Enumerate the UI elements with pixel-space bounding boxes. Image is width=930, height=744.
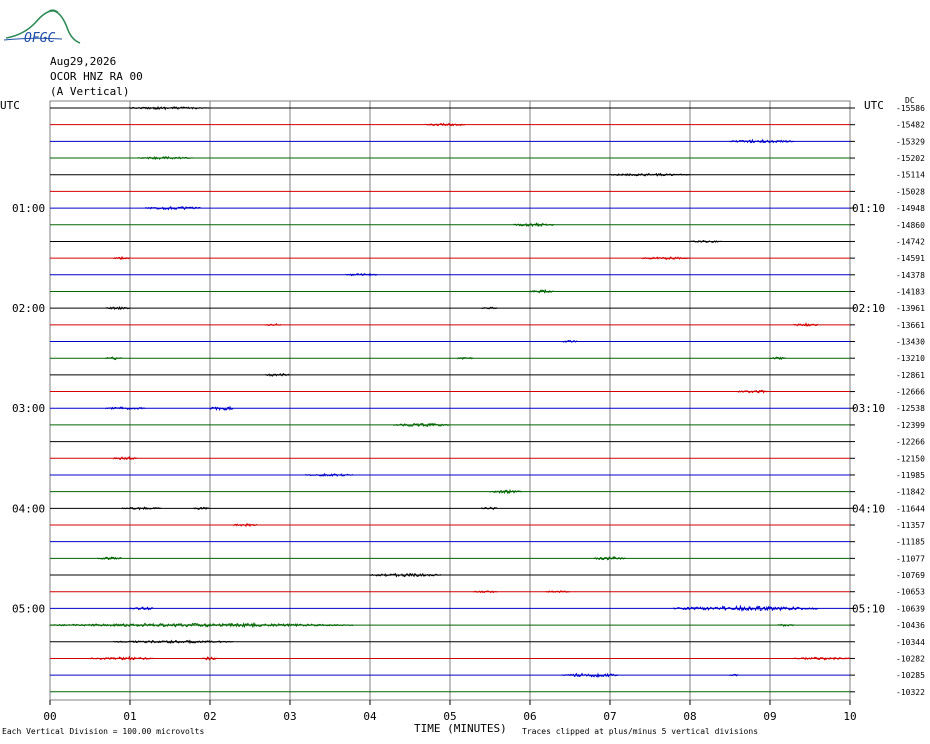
seismic-burst [777, 623, 794, 628]
dc-offset-label: -12266 [896, 438, 925, 447]
seismic-burst [513, 222, 555, 228]
dc-offset-label: -15114 [896, 171, 925, 180]
seismic-burst [129, 105, 210, 111]
seismic-burst [793, 321, 819, 327]
seismic-burst [105, 305, 131, 311]
dc-offset-label: -15202 [896, 154, 925, 163]
dc-offset-label: -11985 [896, 471, 925, 480]
dc-offset-label: -12399 [896, 421, 925, 430]
right-time-label: 03:10 [852, 402, 885, 415]
x-tick-label: 09 [763, 710, 776, 723]
dc-offset-label: -13661 [896, 321, 925, 330]
dc-offset-label: -12538 [896, 404, 925, 413]
x-tick-label: 08 [683, 710, 696, 723]
dc-offset-label: -14742 [896, 237, 925, 246]
x-tick-label: 07 [603, 710, 616, 723]
seismic-burst [193, 506, 210, 511]
dc-offset-label: -11357 [896, 521, 925, 530]
right-time-label: 02:10 [852, 302, 885, 315]
dc-offset-label: -10436 [896, 621, 925, 630]
dc-offset-label: -14591 [896, 254, 925, 263]
dc-offset-label: -10344 [896, 638, 925, 647]
seismic-burst [737, 389, 771, 394]
left-time-label: 01:00 [12, 202, 45, 215]
seismic-burst [369, 572, 442, 578]
dc-offset-label: -11842 [896, 488, 925, 497]
seismic-burst [265, 373, 290, 377]
dc-offset-label: -10653 [896, 588, 925, 597]
dc-offset-label: -13210 [896, 354, 925, 363]
x-axis-title: TIME (MINUTES) [414, 722, 507, 735]
dc-offset-label: -10639 [896, 604, 925, 613]
x-tick-label: 04 [363, 710, 377, 723]
seismic-burst [129, 606, 154, 611]
seismic-burst [489, 488, 523, 495]
dc-offset-label: -15586 [896, 104, 925, 113]
seismic-burst [769, 356, 787, 361]
right-time-label: 01:10 [852, 202, 885, 215]
left-time-label: 04:00 [12, 502, 45, 515]
vertical-division-note: Each Vertical Division = 100.00 microvol… [2, 727, 205, 736]
seismic-burst [113, 455, 138, 461]
dc-offset-label: -11077 [896, 554, 925, 563]
x-tick-label: 00 [43, 710, 56, 723]
seismic-burst [105, 406, 146, 411]
x-tick-label: 03 [283, 710, 296, 723]
dc-offset-label: -10769 [896, 571, 925, 580]
right-time-label: 04:10 [852, 502, 885, 515]
seismic-burst [609, 172, 691, 177]
dc-offset-label: -10282 [896, 654, 925, 663]
seismic-burst [345, 272, 378, 277]
dc-offset-label: -11644 [896, 504, 925, 513]
left-time-label: 03:00 [12, 402, 45, 415]
seismic-burst [689, 240, 723, 243]
x-tick-label: 02 [203, 710, 216, 723]
x-tick-label: 10 [843, 710, 856, 723]
seismic-burst [113, 639, 234, 645]
seismic-burst [729, 138, 795, 144]
dc-offset-label: -14860 [896, 221, 925, 230]
seismic-burst [121, 506, 162, 511]
dc-offset-label: -15482 [896, 121, 925, 130]
dc-offset-label: -15329 [896, 137, 925, 146]
dc-offset-label: -14183 [896, 287, 925, 296]
clipping-note: Traces clipped at plus/minus 5 vertical … [522, 727, 759, 736]
dc-offset-label: -14378 [896, 271, 925, 280]
dc-offset-label: -10322 [896, 688, 925, 697]
dc-offset-label: -14948 [896, 204, 925, 213]
left-time-label: 05:00 [12, 602, 45, 615]
dc-offset-label: -13961 [896, 304, 925, 313]
seismic-burst [105, 356, 123, 361]
helicorder-plot: 00 01 02 03 04 05 06 07 08 09 10-15586-15482-15329… [12, 100, 925, 723]
dc-offset-label: -10285 [896, 671, 925, 680]
dc-offset-label: -12861 [896, 371, 925, 380]
right-time-label: 05:10 [852, 602, 885, 615]
dc-offset-label: -11185 [896, 538, 925, 547]
seismic-burst [97, 556, 123, 561]
x-tick-label: 01 [123, 710, 136, 723]
left-time-label: 02:00 [12, 302, 45, 315]
dc-offset-label: -12150 [896, 454, 925, 463]
seismic-burst [113, 255, 131, 260]
dc-offset-label: -12666 [896, 388, 925, 397]
x-tick-label: 06 [523, 710, 536, 723]
dc-offset-label: -13430 [896, 338, 925, 347]
dc-offset-label: -15028 [896, 187, 925, 196]
